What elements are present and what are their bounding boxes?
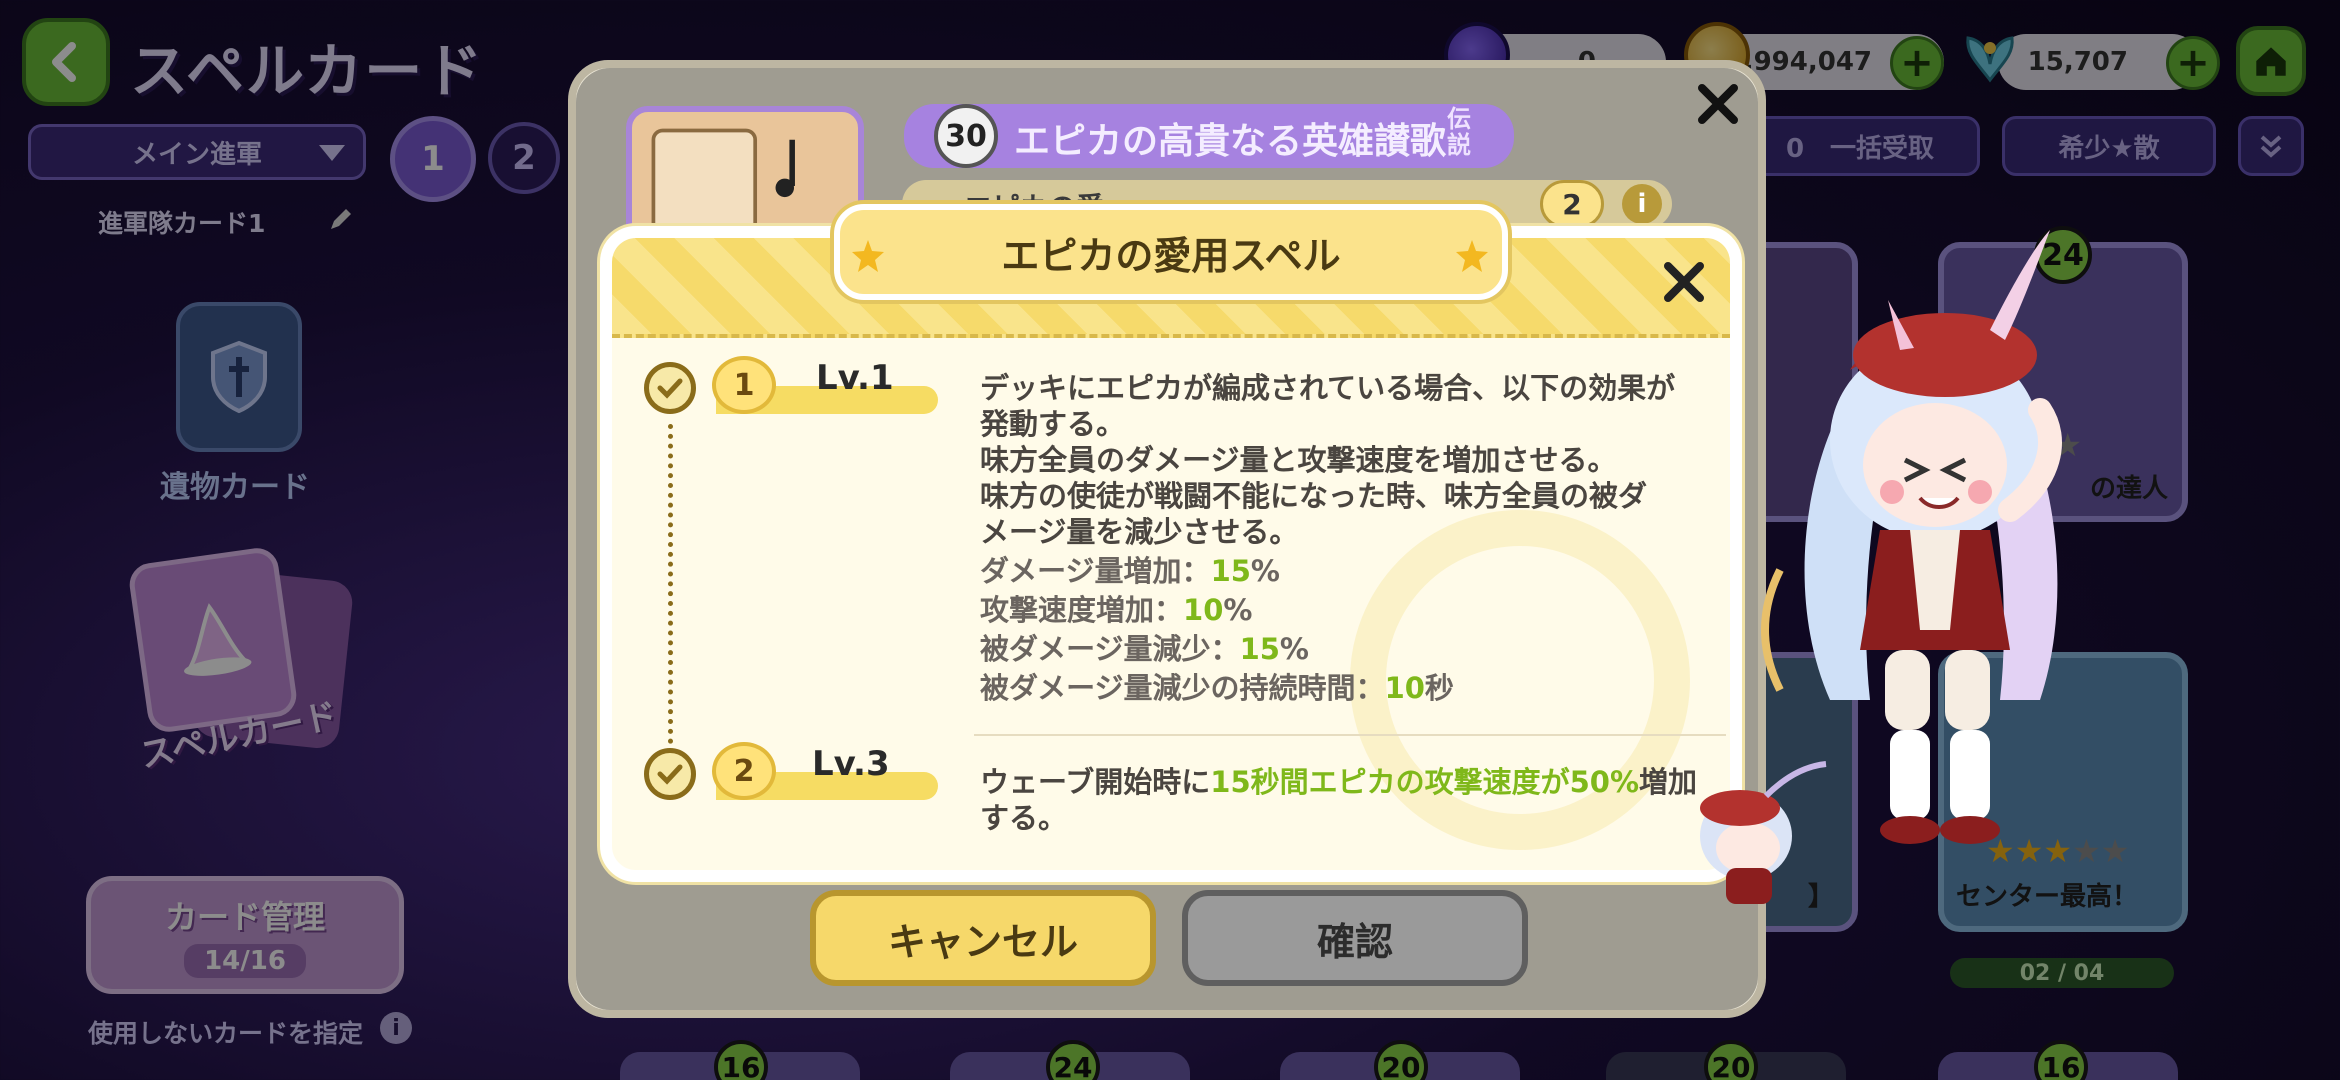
stat-value: 10	[1384, 671, 1425, 705]
spell-level-badge: 30	[934, 104, 998, 168]
sub-badge: 2	[1540, 180, 1604, 228]
stat-value: 15	[1210, 554, 1251, 588]
stat-value: 10	[1183, 593, 1224, 627]
stat-value: 15	[1239, 632, 1280, 666]
stat-label: ダメージ量増加：	[980, 554, 1211, 588]
desc-line: ウェーブ開始時に15秒間エピカの攻撃速度が50%増加	[980, 764, 1720, 800]
level-2-description: ウェーブ開始時に15秒間エピカの攻撃速度が50%増加 する。	[980, 764, 1720, 836]
stat-unit: %	[1223, 593, 1253, 627]
stat-line: 攻撃速度増加：10%	[980, 591, 1720, 630]
level-1-description: デッキにエピカが編成されている場合、以下の効果が 発動する。 味方全員のダメージ…	[980, 370, 1720, 550]
confirm-button[interactable]: 確認	[1182, 890, 1528, 986]
stat-unit: 秒	[1424, 671, 1454, 705]
level-1-label: Lv.1	[816, 358, 894, 398]
spell-popup-title-banner: エピカの愛用スペル	[834, 204, 1508, 300]
stat-line: ダメージ量増加：15%	[980, 552, 1720, 591]
stat-line: 被ダメージ量減少：15%	[980, 630, 1720, 669]
stat-line: 被ダメージ量減少の持続時間：10秒	[980, 669, 1720, 708]
divider	[974, 734, 1726, 736]
check-icon	[644, 748, 696, 800]
desc-prefix: ウェーブ開始時に	[980, 765, 1211, 799]
star-icon	[1456, 240, 1488, 272]
stat-label: 被ダメージ量減少の持続時間：	[980, 671, 1385, 705]
desc-line: 味方の使徒が戦闘不能になった時、味方全員の被ダ	[980, 479, 1648, 513]
desc-highlight: 15秒間エピカの攻撃速度が50%	[1210, 765, 1640, 799]
desc-line: 発動する。	[980, 407, 1126, 441]
stat-label: 攻撃速度増加：	[980, 593, 1184, 627]
level-2-label: Lv.3	[812, 744, 890, 784]
desc-line: デッキにエピカが編成されている場合、以下の効果が	[980, 371, 1676, 405]
rarity-label: 伝説	[1447, 105, 1471, 159]
mini-character-illustration	[1700, 761, 1827, 904]
sub-info-icon[interactable]: i	[1622, 184, 1662, 224]
stat-label: 被ダメージ量減少：	[980, 632, 1240, 666]
stat-unit: %	[1250, 554, 1280, 588]
desc-line: 味方全員のダメージ量と攻撃速度を増加させる。	[980, 443, 1617, 477]
star-icon	[852, 240, 884, 272]
stat-unit: %	[1279, 632, 1309, 666]
cancel-button[interactable]: キャンセル	[810, 890, 1156, 986]
level-1-badge: 1	[712, 356, 776, 414]
spell-popup-title: エピカの愛用スペル	[1001, 233, 1341, 278]
detail-close-icon[interactable]	[1694, 80, 1742, 128]
close-icon[interactable]	[1660, 258, 1708, 306]
level-connector	[668, 424, 673, 744]
desc-line: する。	[980, 801, 1068, 835]
check-icon	[644, 362, 696, 414]
spell-name: エピカの高貴なる英雄讃歌	[1014, 121, 1447, 162]
desc-line: メージ量を減少させる。	[980, 515, 1299, 549]
level-1-stats: ダメージ量増加：15% 攻撃速度増加：10% 被ダメージ量減少：15% 被ダメー…	[980, 552, 1720, 708]
level-2-badge: 2	[712, 742, 776, 800]
